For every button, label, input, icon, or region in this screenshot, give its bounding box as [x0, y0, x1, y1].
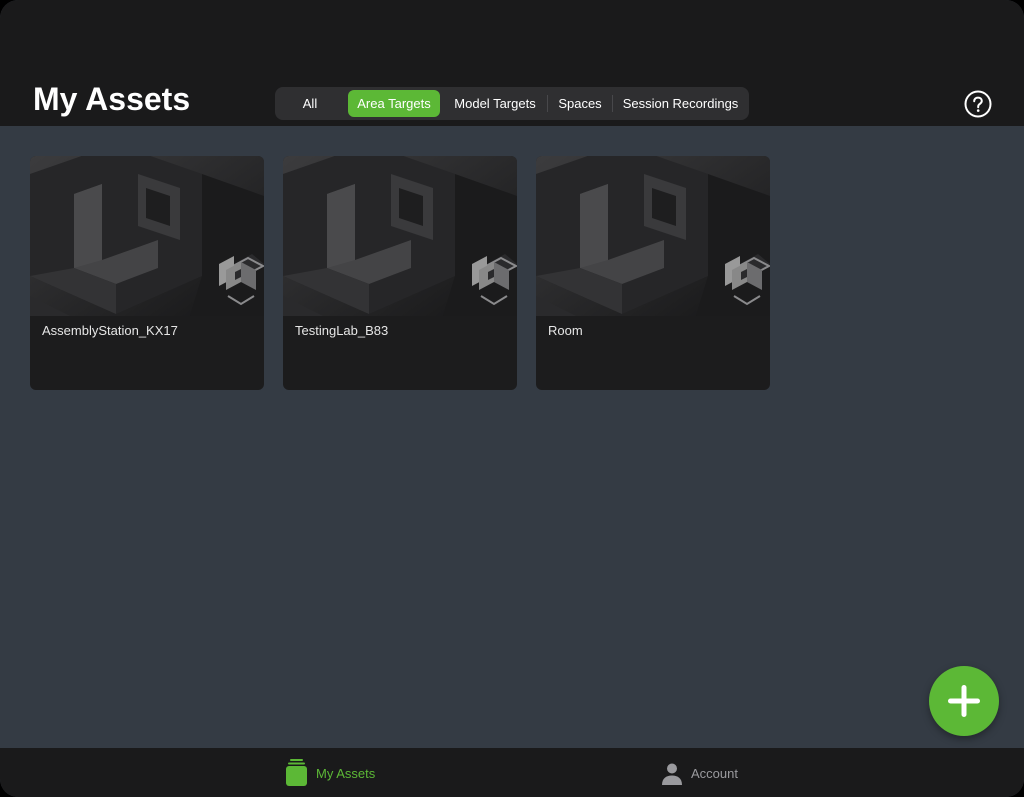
asset-name: Room [548, 323, 583, 338]
filter-divider [612, 95, 613, 112]
help-circle-icon [964, 90, 992, 118]
asset-name: TestingLab_B83 [295, 323, 389, 338]
tab-label: Account [691, 766, 738, 781]
asset-thumbnail [536, 156, 770, 316]
app-window: My Assets All Area Targets Model Targets… [0, 0, 1024, 797]
page-title: My Assets [33, 81, 191, 117]
filter-area-targets[interactable]: Area Targets [348, 90, 440, 117]
tab-bar: My Assets Account [0, 748, 1024, 797]
filter-all[interactable]: All [279, 90, 341, 117]
filter-spaces[interactable]: Spaces [549, 90, 611, 117]
tab-my-assets[interactable]: My Assets [286, 748, 406, 797]
tab-label: My Assets [316, 766, 376, 781]
filter-session-recordings[interactable]: Session Recordings [615, 90, 746, 117]
filter-divider [547, 95, 548, 112]
add-asset-button[interactable] [929, 666, 999, 736]
asset-card[interactable]: TestingLab_B83 [283, 156, 517, 390]
asset-card[interactable]: AssemblyStation_KX17 [30, 156, 264, 390]
help-button[interactable] [964, 90, 992, 118]
asset-thumbnail [283, 156, 517, 316]
stack-icon [286, 759, 307, 786]
asset-thumbnail [30, 156, 264, 316]
asset-name: AssemblyStation_KX17 [42, 323, 178, 338]
person-icon [662, 763, 682, 785]
header-bar: My Assets All Area Targets Model Targets… [0, 0, 1024, 126]
filter-model-targets[interactable]: Model Targets [445, 90, 545, 117]
asset-type-filter: All Area Targets Model Targets Spaces Se… [275, 87, 749, 120]
asset-card[interactable]: Room [536, 156, 770, 390]
tab-account[interactable]: Account [662, 748, 772, 797]
plus-icon [948, 685, 980, 717]
